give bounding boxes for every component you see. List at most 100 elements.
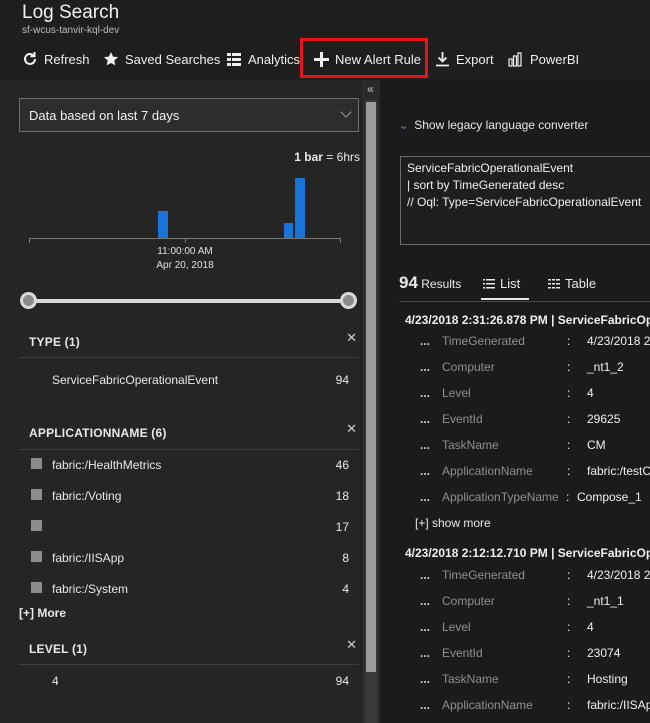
tab-list[interactable]: List: [483, 276, 520, 291]
field-separator: :: [567, 360, 571, 374]
legacy-converter-label: Show legacy language converter: [414, 118, 589, 132]
query-line: // Oql: Type=ServiceFabricOperationalEve…: [407, 195, 642, 209]
field-key: EventId: [442, 412, 483, 426]
field-menu-icon[interactable]: ...: [420, 464, 430, 478]
field-separator: :: [567, 386, 571, 400]
field-menu-icon[interactable]: ...: [420, 594, 430, 608]
field-value: Hosting: [587, 672, 628, 686]
list-icon: [483, 279, 495, 289]
field-menu-icon[interactable]: ...: [420, 334, 430, 348]
facet-more-link[interactable]: [+] More: [19, 606, 66, 620]
results-count: 94 Results: [399, 273, 461, 293]
facet-value: 4: [52, 674, 59, 688]
scrollbar-thumb[interactable]: [366, 102, 376, 672]
field-separator: :: [567, 438, 571, 452]
legacy-converter-toggle[interactable]: ⌄ Show legacy language converter: [399, 118, 588, 132]
analytics-grid-icon: [227, 53, 241, 66]
facet-checkbox[interactable]: [31, 489, 42, 500]
field-value: Compose_1: [577, 490, 642, 504]
active-tab-indicator: [481, 298, 529, 300]
chevron-down-icon: [340, 106, 352, 118]
close-icon[interactable]: ✕: [346, 330, 357, 346]
query-editor[interactable]: ServiceFabricOperationalEvent | sort by …: [400, 156, 650, 245]
histogram-bar[interactable]: [158, 211, 168, 238]
field-separator: :: [567, 334, 571, 348]
bar-interval-note: 1 bar = 6hrs: [240, 150, 360, 164]
powerbi-label: PowerBI: [530, 51, 580, 67]
field-menu-icon[interactable]: ...: [420, 438, 430, 452]
field-value: 4/23/2018 2:31:26: [587, 334, 650, 348]
field-value: fabric:/IISApp: [587, 698, 650, 712]
time-slider-track[interactable]: [29, 299, 349, 303]
facet-value: fabric:/HealthMetrics: [52, 458, 162, 472]
powerbi-button[interactable]: PowerBI: [508, 40, 579, 78]
histogram-bar[interactable]: [295, 178, 305, 238]
record-field: ... ApplicationTypeName : Compose_1: [420, 490, 650, 510]
divider: [19, 664, 359, 665]
bar-interval-rest: = 6hrs: [322, 150, 360, 164]
field-menu-icon[interactable]: ...: [420, 620, 430, 634]
field-value: 4: [587, 386, 594, 400]
field-menu-icon[interactable]: ...: [420, 698, 430, 712]
facet-row[interactable]: fabric:/System 4: [19, 574, 359, 605]
facet-row[interactable]: 17: [19, 512, 359, 543]
record-field: ... TimeGenerated : 4/23/2018 2:12:12: [420, 568, 650, 588]
facet-value: ServiceFabricOperationalEvent: [52, 373, 219, 387]
results-pane: ⌄ Show legacy language converter Service…: [380, 80, 650, 723]
tab-table[interactable]: Table: [548, 276, 596, 291]
record-header[interactable]: 4/23/2018 2:31:26.878 PM | ServiceFabric…: [405, 313, 650, 327]
facet-count: 8: [342, 551, 349, 565]
time-slider-start-handle[interactable]: [20, 292, 37, 309]
new-alert-rule-button[interactable]: New Alert Rule: [314, 40, 421, 78]
facet-row[interactable]: fabric:/IISApp 8: [19, 543, 359, 574]
show-more-link[interactable]: [+] show more: [415, 516, 491, 530]
histogram-tick: [185, 238, 186, 243]
saved-searches-button[interactable]: Saved Searches: [103, 40, 220, 78]
field-menu-icon[interactable]: ...: [420, 490, 430, 504]
new-alert-rule-label: New Alert Rule: [335, 51, 421, 67]
field-key: TimeGenerated: [442, 334, 525, 348]
divider: [399, 301, 650, 302]
field-separator: :: [567, 568, 571, 582]
field-key: Level: [442, 386, 471, 400]
facet-row[interactable]: 4 94: [19, 666, 359, 697]
field-menu-icon[interactable]: ...: [420, 646, 430, 660]
field-separator: :: [567, 412, 571, 426]
field-menu-icon[interactable]: ...: [420, 360, 430, 374]
refresh-button[interactable]: Refresh: [22, 40, 90, 78]
facet-checkbox[interactable]: [31, 582, 42, 593]
facet-row[interactable]: fabric:/Voting 18: [19, 481, 359, 512]
field-menu-icon[interactable]: ...: [420, 568, 430, 582]
field-separator: :: [567, 698, 571, 712]
histogram-tick: [340, 238, 341, 243]
time-slider-end-handle[interactable]: [340, 292, 357, 309]
field-value: _nt1_1: [587, 594, 624, 608]
saved-searches-label: Saved Searches: [125, 51, 221, 67]
histogram-label-date: Apr 20, 2018: [156, 260, 214, 271]
field-menu-icon[interactable]: ...: [420, 672, 430, 686]
divider: [19, 357, 359, 358]
facet-value: fabric:/Voting: [52, 489, 122, 503]
histogram-bar[interactable]: [284, 223, 293, 238]
facet-applicationname: APPLICATIONNAME (6) ✕ fabric:/HealthMetr…: [19, 420, 359, 610]
record-header[interactable]: 4/23/2018 2:12:12.710 PM | ServiceFabric…: [405, 546, 650, 560]
field-key: ApplicationName: [442, 698, 533, 712]
chevron-double-left-icon[interactable]: «: [367, 82, 374, 96]
field-menu-icon[interactable]: ...: [420, 386, 430, 400]
facet-checkbox[interactable]: [31, 520, 42, 531]
facet-row[interactable]: fabric:/HealthMetrics 46: [19, 450, 359, 481]
analytics-button[interactable]: Analytics: [226, 40, 300, 78]
time-range-dropdown[interactable]: Data based on last 7 days: [19, 98, 359, 132]
facet-checkbox[interactable]: [31, 458, 42, 469]
star-icon: [103, 52, 119, 66]
export-button[interactable]: Export: [435, 40, 494, 78]
powerbi-icon: [508, 52, 522, 67]
filter-pane: [0, 80, 363, 723]
record-field: ... Computer : _nt1_2: [420, 360, 650, 380]
close-icon[interactable]: ✕: [346, 421, 357, 437]
record-field: ... Level : 4: [420, 386, 650, 406]
facet-row[interactable]: ServiceFabricOperationalEvent 94: [19, 365, 359, 396]
facet-checkbox[interactable]: [31, 551, 42, 562]
close-icon[interactable]: ✕: [346, 637, 357, 653]
field-menu-icon[interactable]: ...: [420, 412, 430, 426]
